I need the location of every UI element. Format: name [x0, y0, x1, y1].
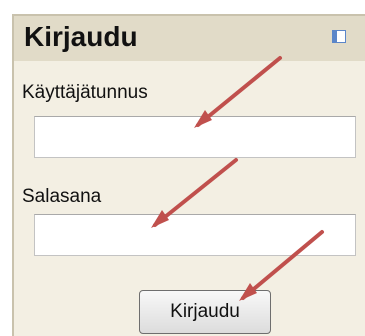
login-block-header: Kirjaudu [14, 16, 365, 61]
login-block: Kirjaudu Käyttäjätunnus Salasana Kirjaud… [12, 14, 365, 336]
screenshot-stage: Kirjaudu Käyttäjätunnus Salasana Kirjaud… [0, 0, 365, 336]
login-block-title: Kirjaudu [24, 21, 138, 52]
login-submit-button[interactable]: Kirjaudu [139, 290, 271, 334]
username-label: Käyttäjätunnus [22, 82, 148, 103]
password-input[interactable] [34, 214, 356, 256]
username-input[interactable] [34, 116, 356, 158]
dock-block-icon[interactable] [332, 30, 346, 43]
password-label: Salasana [22, 186, 102, 207]
